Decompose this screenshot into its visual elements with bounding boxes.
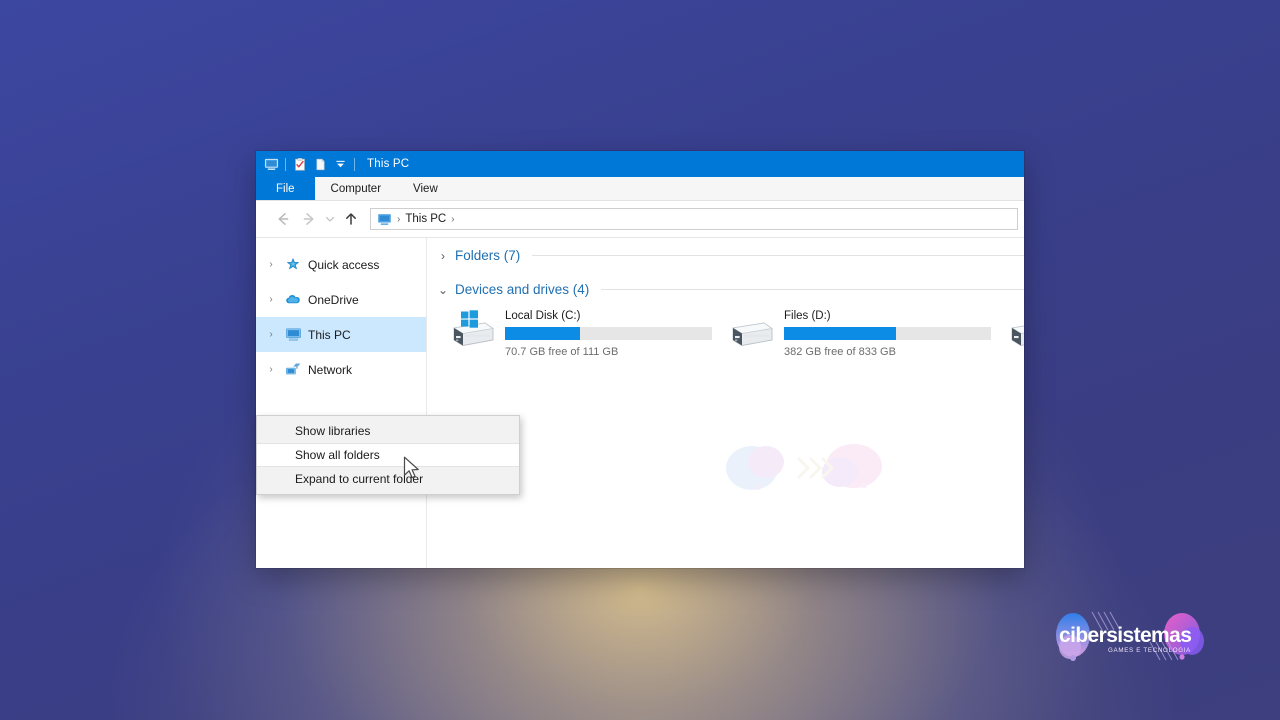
title-divider (354, 157, 355, 171)
drive-list: Local Disk (C:) 70.7 GB free of 111 GB F… (437, 307, 1024, 358)
group-label: Folders (7) (455, 248, 521, 263)
group-rule (601, 289, 1024, 290)
toolbar-divider (285, 157, 286, 171)
sidebar-item-label: This PC (308, 327, 351, 342)
sidebar-item-quick-access[interactable]: › Quick access (256, 247, 426, 282)
sidebar-item-label: OneDrive (308, 292, 359, 307)
drive-usage-bar (505, 327, 712, 340)
drive-free-space: 70.7 GB free of 111 GB (505, 346, 619, 358)
window-title: This PC (367, 158, 410, 170)
drive-usage-fill (505, 327, 580, 340)
customize-toolbar-chevron-icon[interactable] (330, 154, 350, 174)
sidebar-item-label: Quick access (308, 257, 380, 272)
menu-item-show-all-folders[interactable]: Show all folders (257, 443, 519, 467)
star-icon (284, 256, 302, 274)
window-title-bar: This PC (256, 151, 1024, 177)
forward-button[interactable] (296, 206, 322, 232)
cloud-icon (284, 291, 302, 309)
address-bar[interactable]: › This PC › (370, 208, 1018, 230)
properties-icon[interactable] (290, 154, 310, 174)
tab-computer[interactable]: Computer (315, 177, 398, 200)
chevron-right-icon[interactable]: › (437, 249, 449, 263)
network-icon (284, 361, 302, 379)
drive-info: Local Disk (C:) 70.7 GB free of 111 GB (505, 307, 712, 358)
logo-brand-text: cibersistemas (1059, 624, 1191, 647)
tab-file[interactable]: File (256, 177, 315, 200)
breadcrumb-trailing-separator-icon[interactable]: › (451, 214, 454, 225)
group-label: Devices and drives (4) (455, 282, 590, 297)
system-drive-icon (445, 307, 497, 351)
drive-name: Files (D:) (784, 310, 831, 322)
hard-drive-icon (1003, 307, 1024, 351)
up-button[interactable] (338, 206, 364, 232)
drive-name: Local Disk (C:) (505, 310, 581, 322)
recent-locations-chevron-icon[interactable] (322, 206, 338, 232)
breadcrumb-this-pc-icon (377, 212, 392, 227)
drive-item[interactable]: Files (D:) 382 GB free of 833 GB (716, 307, 995, 358)
menu-item-expand-to-current-folder[interactable]: Expand to current folder (257, 467, 519, 491)
menu-item-show-libraries[interactable]: Show libraries (257, 419, 519, 443)
navigation-pane: › Quick access › OneDrive › This PC › Ne… (256, 238, 427, 568)
drive-info: Files (D:) 382 GB free of 833 GB (784, 307, 991, 358)
drive-usage-fill (784, 327, 896, 340)
hard-drive-icon (724, 307, 776, 351)
background-watermark (714, 438, 904, 498)
drive-item[interactable] (995, 307, 1024, 358)
cibersistemas-logo: cibersistemas GAMES E TECNOLOGIA (1046, 608, 1208, 664)
expand-chevron-icon[interactable]: › (264, 364, 278, 375)
drive-free-space: 382 GB free of 833 GB (784, 346, 896, 358)
sidebar-item-network[interactable]: › Network (256, 352, 426, 387)
expand-chevron-icon[interactable]: › (264, 259, 278, 270)
navigation-bar: › This PC › (256, 201, 1024, 237)
navigation-pane-context-menu: Show libraries Show all folders Expand t… (256, 415, 520, 495)
expand-chevron-icon[interactable]: › (264, 329, 278, 340)
file-explorer-window: This PC File Computer View › This PC › ›… (256, 151, 1024, 568)
group-header-devices-and-drives[interactable]: ⌄ Devices and drives (4) (437, 282, 1024, 297)
drive-item[interactable]: Local Disk (C:) 70.7 GB free of 111 GB (437, 307, 716, 358)
group-header-folders[interactable]: › Folders (7) (437, 248, 1024, 263)
new-folder-icon[interactable] (310, 154, 330, 174)
content-pane: › Folders (7) ⌄ Devices and drives (4) L… (427, 238, 1024, 568)
tab-view[interactable]: View (397, 177, 454, 200)
breadcrumb-this-pc[interactable]: This PC (405, 213, 446, 225)
breadcrumb-separator-icon: › (397, 213, 401, 225)
this-pc-icon[interactable] (261, 154, 281, 174)
back-button[interactable] (270, 206, 296, 232)
group-rule (532, 255, 1024, 256)
sidebar-item-label: Network (308, 362, 353, 377)
logo-tagline-text: GAMES E TECNOLOGIA (1108, 647, 1191, 654)
chevron-down-icon[interactable]: ⌄ (437, 283, 449, 297)
drive-usage-bar (784, 327, 991, 340)
this-pc-icon (284, 326, 302, 344)
ribbon-tab-strip: File Computer View (256, 177, 1024, 201)
sidebar-item-onedrive[interactable]: › OneDrive (256, 282, 426, 317)
expand-chevron-icon[interactable]: › (264, 294, 278, 305)
window-body: › Quick access › OneDrive › This PC › Ne… (256, 238, 1024, 568)
sidebar-item-this-pc[interactable]: › This PC (256, 317, 426, 352)
